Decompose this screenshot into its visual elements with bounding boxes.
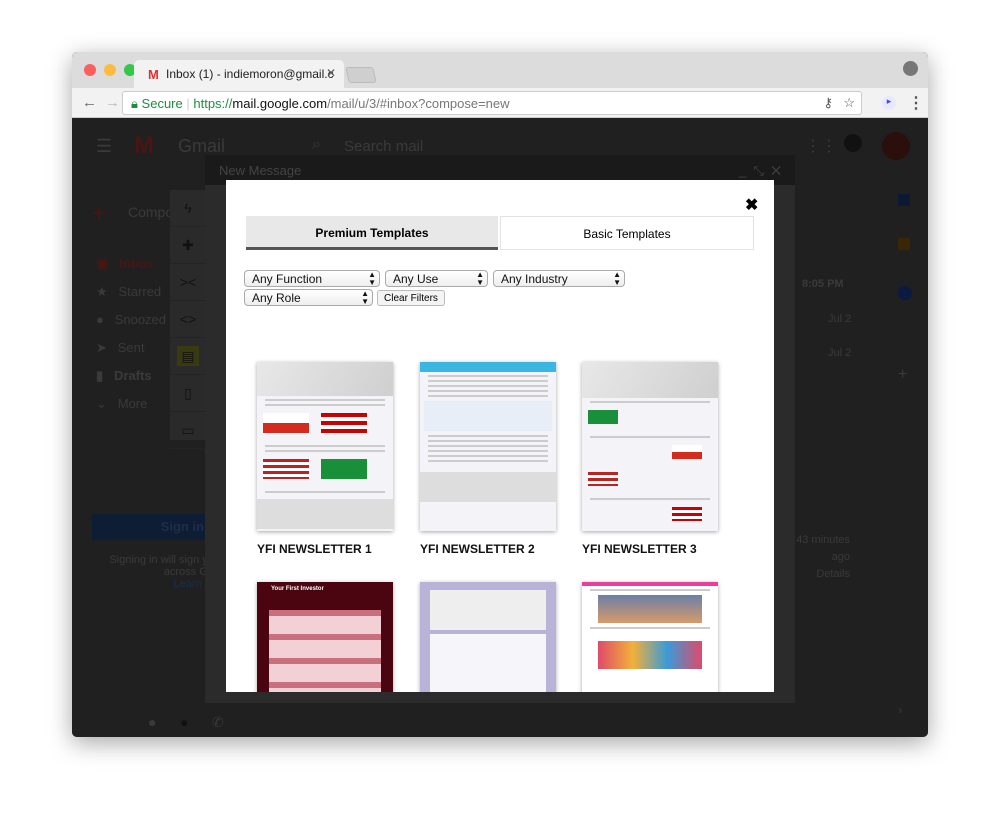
nav-sent[interactable]: ➤ Sent bbox=[96, 334, 166, 362]
url-path: /mail/u/3/#inbox?compose=new bbox=[327, 96, 510, 111]
code-icon[interactable]: <> bbox=[170, 301, 206, 338]
profile-icon[interactable] bbox=[903, 61, 918, 76]
select-arrow-icon: ▲ ▼ bbox=[361, 289, 369, 306]
function-select[interactable]: Any Function ▲ ▼ bbox=[244, 270, 380, 287]
search-input[interactable]: Search mail bbox=[344, 138, 423, 155]
extension-toolbar: ϟ ✚ >< <> ▤ ▯ ▭ bbox=[170, 190, 206, 449]
gmail-logo-icon: M bbox=[134, 132, 154, 159]
new-tab-button[interactable] bbox=[345, 67, 377, 83]
close-tab-icon[interactable]: ✕ bbox=[326, 66, 336, 80]
keep-icon[interactable] bbox=[898, 238, 910, 250]
secure-label: Secure bbox=[141, 96, 183, 111]
phone-icon[interactable]: ✆ bbox=[212, 714, 224, 731]
signin-text-2: across Goo bbox=[163, 566, 220, 578]
template-thumbnail-6[interactable] bbox=[582, 582, 718, 692]
template-name[interactable]: YFI NEWSLETTER 2 bbox=[420, 542, 535, 556]
nav-starred[interactable]: ★ Starred bbox=[96, 278, 166, 306]
extension-icon[interactable]: ▸ bbox=[882, 96, 896, 110]
apps-icon[interactable]: ⋮⋮ bbox=[805, 136, 837, 156]
template-thumbnail-3[interactable] bbox=[582, 362, 718, 531]
close-window-button[interactable] bbox=[84, 64, 96, 76]
add-addon-icon[interactable]: + bbox=[898, 366, 907, 384]
search-icon[interactable]: ⌕ bbox=[312, 136, 321, 154]
signin-text: Signing in will sign you bbox=[109, 554, 220, 566]
template-name[interactable]: YFI NEWSLETTER 3 bbox=[582, 542, 697, 556]
nav-inbox[interactable]: ▣ Inbox bbox=[96, 250, 166, 278]
select-arrow-icon: ▲ ▼ bbox=[613, 270, 621, 287]
key-icon[interactable]: ⚷ bbox=[823, 95, 833, 111]
compose-window-controls[interactable]: _ ⤡ ✕ bbox=[739, 163, 781, 179]
lightning-icon[interactable]: ϟ bbox=[170, 190, 206, 227]
hamburger-icon[interactable]: ☰ bbox=[96, 136, 112, 157]
contacts-icon[interactable]: ● bbox=[148, 714, 156, 730]
template-thumbnail-2[interactable] bbox=[420, 362, 556, 531]
email-time: Jul 2 bbox=[828, 347, 852, 359]
desktop-icon[interactable]: ▭ bbox=[170, 412, 206, 449]
use-select[interactable]: Any Use ▲ ▼ bbox=[385, 270, 488, 287]
url-input[interactable]: 🔒︎ Secure | https://mail.google.com/mail… bbox=[122, 91, 862, 115]
tab-basic-templates[interactable]: Basic Templates bbox=[500, 216, 754, 250]
thumbnail-header: Your First Investor bbox=[271, 586, 324, 592]
compose-title: New Message bbox=[219, 163, 302, 178]
lock-icon: 🔒︎ bbox=[131, 96, 138, 111]
avatar[interactable] bbox=[882, 132, 910, 160]
mobile-icon[interactable]: ▯ bbox=[170, 375, 206, 412]
title-bar: M Inbox (1) - indiemoron@gmail.c ✕ bbox=[72, 52, 928, 88]
close-icon[interactable]: ✖ bbox=[745, 195, 758, 215]
tasks-icon[interactable] bbox=[898, 286, 912, 300]
template-modal: ✖ Premium Templates Basic Templates Any … bbox=[226, 180, 774, 692]
activity-ago: ago bbox=[831, 551, 850, 563]
expand-panel-icon[interactable]: › bbox=[898, 702, 902, 717]
role-select[interactable]: Any Role ▲ ▼ bbox=[244, 289, 373, 306]
star-icon[interactable]: ☆ bbox=[843, 95, 855, 111]
notifications-icon[interactable] bbox=[844, 134, 862, 152]
gmail-logo: Gmail bbox=[178, 136, 226, 156]
template-thumbnail-1[interactable] bbox=[257, 362, 393, 531]
clear-filters-button[interactable]: Clear Filters bbox=[377, 290, 445, 306]
url-scheme: https:// bbox=[193, 96, 233, 111]
sign-in-button[interactable]: Sign in bbox=[92, 514, 212, 540]
compose-plus-icon: + bbox=[92, 200, 107, 227]
minimize-window-button[interactable] bbox=[104, 64, 116, 76]
puzzle-icon[interactable]: ✚ bbox=[170, 227, 206, 264]
email-time: Jul 2 bbox=[828, 313, 852, 325]
calendar-icon[interactable] bbox=[898, 194, 910, 206]
address-bar-row: ← → ↻ 🔒︎ Secure | https://mail.google.co… bbox=[72, 88, 928, 118]
learn-more-link[interactable]: Learn mo bbox=[100, 578, 220, 590]
select-arrow-icon: ▲ ▼ bbox=[368, 270, 376, 287]
url-host: mail.google.com bbox=[232, 96, 328, 111]
tab-premium-templates[interactable]: Premium Templates bbox=[246, 216, 498, 250]
forward-icon[interactable]: → bbox=[105, 94, 120, 111]
email-time: 8:05 PM bbox=[802, 278, 844, 290]
template-name[interactable]: YFI NEWSLETTER 1 bbox=[257, 542, 372, 556]
template-icon[interactable]: ▤ bbox=[170, 338, 206, 375]
back-icon[interactable]: ← bbox=[82, 94, 97, 111]
hangouts-icon[interactable]: ● bbox=[180, 714, 188, 730]
select-arrow-icon: ▲ ▼ bbox=[476, 270, 484, 287]
collapse-icon[interactable]: >< bbox=[170, 264, 206, 301]
menu-icon[interactable]: ⋮ bbox=[908, 93, 924, 113]
industry-select[interactable]: Any Industry ▲ ▼ bbox=[493, 270, 625, 287]
browser-tab[interactable]: M Inbox (1) - indiemoron@gmail.c ✕ bbox=[134, 60, 344, 88]
template-thumbnail-4[interactable]: Your First Investor bbox=[257, 582, 393, 692]
template-thumbnail-5[interactable] bbox=[420, 582, 556, 692]
details-link[interactable]: Details bbox=[792, 566, 850, 583]
tab-title: Inbox (1) - indiemoron@gmail.c bbox=[166, 67, 334, 81]
activity-time: 43 minutes bbox=[796, 534, 850, 546]
nav-more[interactable]: ⌄ More bbox=[96, 390, 166, 418]
gmail-icon: M bbox=[148, 67, 159, 82]
nav-drafts[interactable]: ▮ Drafts bbox=[96, 362, 166, 390]
nav-snoozed[interactable]: ● Snoozed bbox=[96, 306, 166, 334]
